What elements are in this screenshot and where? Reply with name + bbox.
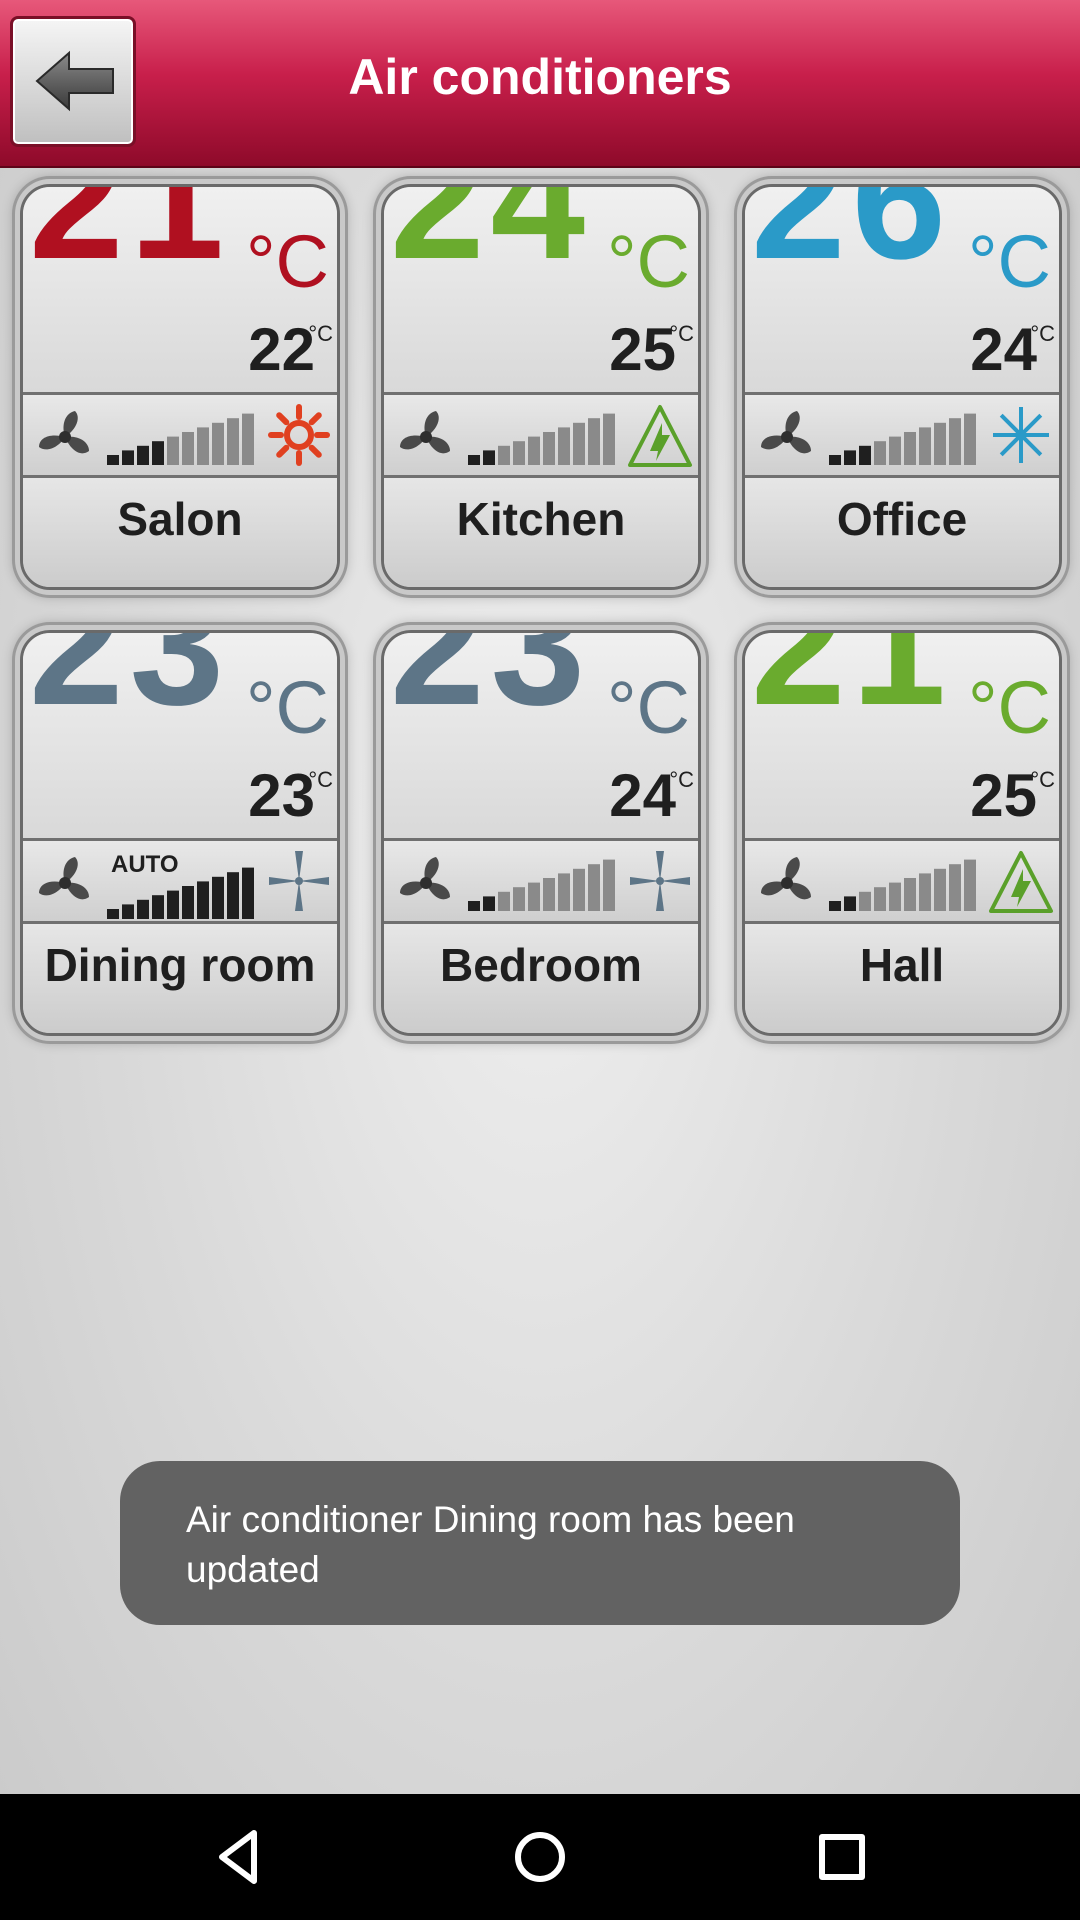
- temperature-panel: 26 °C 24 °C: [745, 187, 1059, 395]
- room-name: Kitchen: [456, 493, 626, 545]
- temperature-unit: °C: [967, 220, 1051, 303]
- room-temperature: 21: [751, 633, 953, 741]
- room-label-panel: Salon: [23, 478, 337, 587]
- room-name: Bedroom: [440, 939, 642, 991]
- toast-notification: Air conditioner Dining room has been upd…: [120, 1461, 960, 1625]
- status-row: [23, 395, 337, 478]
- set-temperature-unit: °C: [669, 321, 694, 346]
- temperature-panel: 21 °C 25 °C: [745, 633, 1059, 841]
- ac-tile-office[interactable]: 26 °C 24 °C Office: [742, 184, 1062, 590]
- fan-speed-bars: [107, 863, 257, 919]
- snowflake-icon: [987, 401, 1055, 474]
- set-temperature-unit: °C: [669, 767, 694, 792]
- auto-mode-icon: [626, 401, 694, 474]
- room-temperature: 26: [751, 187, 953, 295]
- status-row: AUTO: [23, 841, 337, 924]
- room-name: Hall: [859, 939, 945, 991]
- set-temperature: 23: [248, 762, 315, 829]
- temperature-panel: 23 °C 24 °C: [384, 633, 698, 841]
- fan-speed-bars: [829, 409, 979, 465]
- fan-blades-icon: [265, 847, 333, 920]
- ac-tile-bedroom[interactable]: 23 °C 24 °C Bedroom: [381, 630, 701, 1036]
- fan-icon: [392, 853, 460, 918]
- ac-tile-kitchen[interactable]: 24 °C 25 °C Kitchen: [381, 184, 701, 590]
- set-temperature: 24: [970, 316, 1037, 383]
- nav-back-button[interactable]: [178, 1819, 298, 1895]
- nav-home-icon: [515, 1832, 565, 1882]
- status-row: [745, 841, 1059, 924]
- set-temperature-unit: °C: [1030, 767, 1055, 792]
- nav-recents-button[interactable]: [782, 1819, 902, 1895]
- temperature-panel: 21 °C 22 °C: [23, 187, 337, 395]
- ac-tile-salon[interactable]: 21 °C 22 °C Salon: [20, 184, 340, 590]
- room-name: Dining room: [44, 939, 316, 991]
- temperature-unit: °C: [245, 666, 329, 749]
- room-label-panel: Bedroom: [384, 924, 698, 1033]
- room-temperature: 23: [390, 633, 592, 741]
- room-name: Office: [836, 493, 968, 545]
- fan-icon: [753, 853, 821, 918]
- fan-blades-icon: [626, 847, 694, 920]
- ac-tile-hall[interactable]: 21 °C 25 °C Hall: [742, 630, 1062, 1036]
- fan-speed-bars: [468, 409, 618, 465]
- temperature-panel: 23 °C 23 °C: [23, 633, 337, 841]
- fan-speed-bars: [107, 409, 257, 465]
- app-header: Air conditioners: [0, 0, 1080, 168]
- set-temperature-unit: °C: [308, 767, 333, 792]
- temperature-unit: °C: [606, 220, 690, 303]
- temperature-panel: 24 °C 25 °C: [384, 187, 698, 395]
- set-temperature: 25: [970, 762, 1037, 829]
- nav-recents-icon: [819, 1834, 865, 1880]
- room-label-panel: Dining room: [23, 924, 337, 1033]
- nav-home-button[interactable]: [480, 1819, 600, 1895]
- set-temperature: 22: [248, 316, 315, 383]
- status-row: [384, 395, 698, 478]
- set-temperature-unit: °C: [308, 321, 333, 346]
- room-temperature: 24: [390, 187, 592, 295]
- set-temperature: 24: [609, 762, 676, 829]
- status-row: [384, 841, 698, 924]
- fan-icon: [31, 853, 99, 918]
- sun-icon: [265, 401, 333, 474]
- status-row: [745, 395, 1059, 478]
- temperature-unit: °C: [245, 220, 329, 303]
- fan-speed-bars: [468, 855, 618, 911]
- room-label-panel: Kitchen: [384, 478, 698, 587]
- room-temperature: 21: [29, 187, 231, 295]
- nav-back-icon: [219, 1830, 257, 1884]
- room-label-panel: Office: [745, 478, 1059, 587]
- auto-mode-icon: [987, 847, 1055, 920]
- set-temperature: 25: [609, 316, 676, 383]
- fan-icon: [392, 407, 460, 472]
- temperature-unit: °C: [967, 666, 1051, 749]
- temperature-unit: °C: [606, 666, 690, 749]
- toast-message: Air conditioner Dining room has been upd…: [186, 1499, 795, 1590]
- room-temperature: 23: [29, 633, 231, 741]
- room-label-panel: Hall: [745, 924, 1059, 1033]
- fan-speed-bars: [829, 855, 979, 911]
- ac-tile-dining-room[interactable]: 23 °C 23 °C AUTO Dining room: [20, 630, 340, 1036]
- room-name: Salon: [117, 493, 243, 545]
- set-temperature-unit: °C: [1030, 321, 1055, 346]
- fan-icon: [31, 407, 99, 472]
- page-title: Air conditioners: [348, 49, 732, 105]
- fan-icon: [753, 407, 821, 472]
- system-nav-bar: [0, 1794, 1080, 1920]
